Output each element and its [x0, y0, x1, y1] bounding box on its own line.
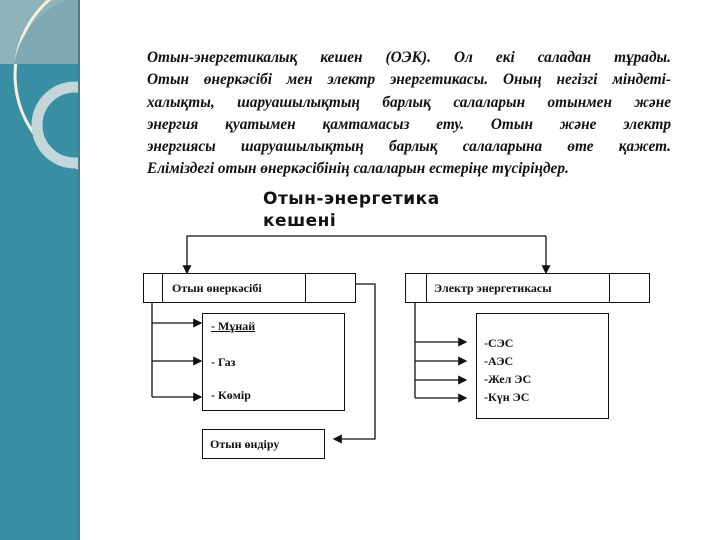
power-item-aes: -АЭС: [484, 354, 514, 368]
box-divider: [305, 274, 306, 302]
connector-to-left-branch: [182, 235, 546, 275]
power-stations-box: -СЭС -АЭС -Жел ЭС -Күн ЭС: [476, 313, 609, 419]
box-divider: [426, 274, 427, 302]
fuel-industry-label: Отын өнеркәсібі: [172, 281, 262, 295]
electric-power-label: Электр энергетикасы: [434, 281, 552, 295]
power-item-solar: -Күн ЭС: [484, 390, 530, 404]
fuel-production-box: Отын өндіру: [202, 429, 325, 459]
fuel-item-oil-text: - Мұнай: [211, 319, 256, 333]
fuel-types-box: - Мұнай - Газ - Көмір: [202, 313, 345, 411]
power-item-wind: -Жел ЭС: [484, 372, 532, 386]
connector-lines: [151, 235, 551, 444]
box-divider: [162, 274, 163, 302]
fuel-item-coal: - Көмір: [211, 388, 251, 402]
electric-power-box: Электр энергетикасы: [405, 273, 650, 303]
power-item-ses: -СЭС: [484, 336, 514, 350]
fuel-production-label: Отын өндіру: [210, 437, 280, 451]
fuel-industry-box: Отын өнеркәсібі: [143, 273, 356, 303]
fuel-item-gas: - Газ: [211, 355, 236, 369]
box-divider: [609, 274, 610, 302]
fuel-item-oil: - Мұнай: [211, 319, 255, 334]
